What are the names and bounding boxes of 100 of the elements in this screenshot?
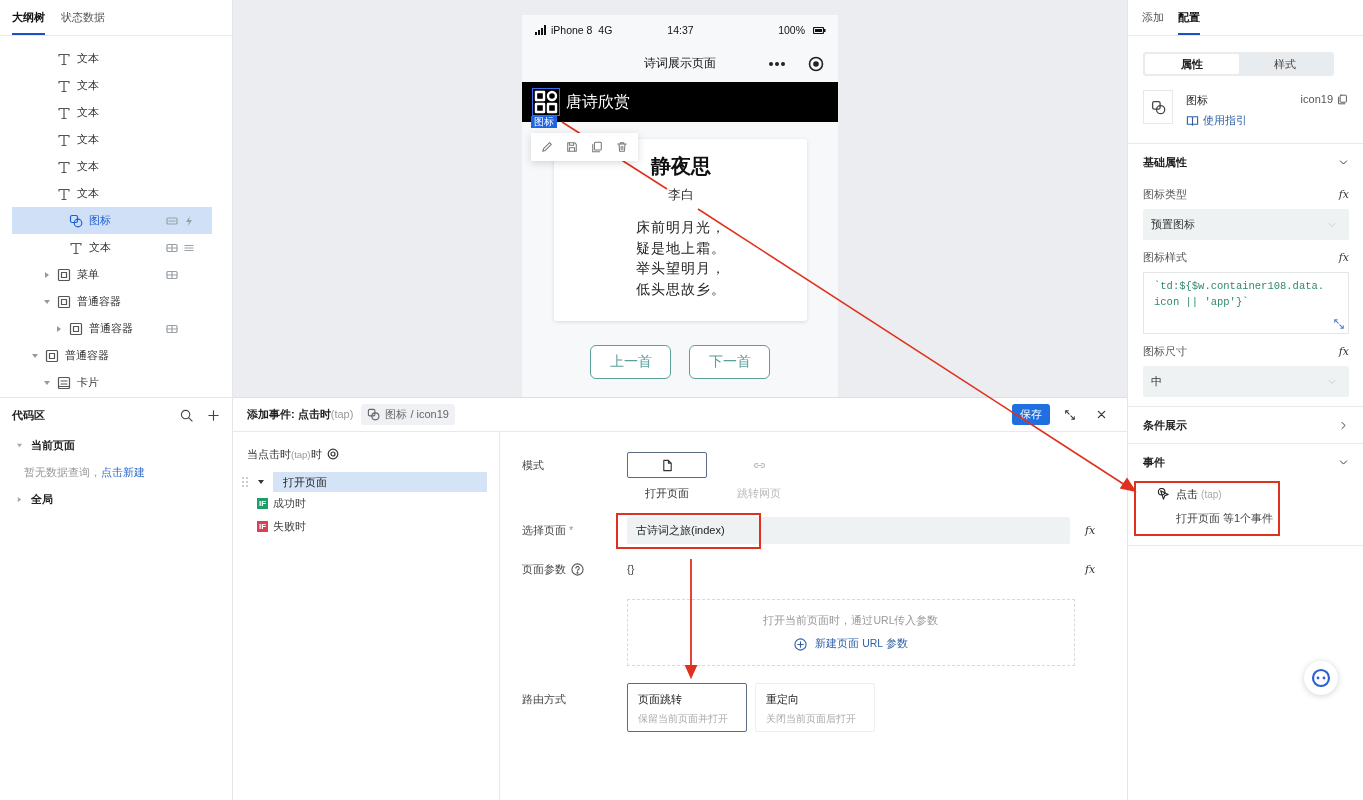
formula-button[interactable]: fx xyxy=(1085,562,1127,576)
add-icon xyxy=(794,637,808,651)
chevron-icon[interactable] xyxy=(1338,419,1349,431)
add-param-link[interactable]: 新建页面 URL 参数 xyxy=(794,637,908,651)
panel-title: 代码区 xyxy=(12,407,46,423)
expand-icon[interactable] xyxy=(1064,408,1076,421)
action-item[interactable]: 打开页面 xyxy=(273,472,487,492)
segment-tab[interactable]: 样式 xyxy=(1238,54,1332,74)
assistant-icon xyxy=(1311,668,1331,688)
tab[interactable]: 配置 xyxy=(1178,0,1200,35)
text-icon xyxy=(57,105,71,120)
tree-item[interactable]: 文本 xyxy=(12,153,212,180)
tab[interactable]: 添加 xyxy=(1142,0,1164,35)
tree-item[interactable]: 文本 xyxy=(12,99,212,126)
tree-item[interactable]: 普通容器 xyxy=(12,315,212,342)
resize-icon xyxy=(1333,318,1345,330)
help-icon xyxy=(571,562,584,576)
formula-button[interactable]: fx xyxy=(1085,524,1127,537)
field-label: 路由方式 xyxy=(522,692,567,707)
formula-button[interactable]: fx xyxy=(1338,344,1349,358)
condition-tag: IF xyxy=(257,498,269,509)
drag-handle-icon[interactable] xyxy=(241,476,249,488)
mode-option[interactable] xyxy=(627,452,707,478)
hint-text: 打开当前页面时，通过URL传入参数 xyxy=(763,614,939,628)
tab[interactable]: 状态数据 xyxy=(61,0,105,35)
guide-link[interactable]: 使用指引 xyxy=(1186,113,1288,128)
tree-item[interactable]: 文本 xyxy=(12,180,212,207)
poem-line: 疑是地上霜。 xyxy=(635,240,726,256)
selection-tag: 图标 xyxy=(531,116,557,128)
record-icon[interactable] xyxy=(808,55,824,72)
tree-item[interactable]: 普通容器 xyxy=(12,288,212,315)
save-icon[interactable] xyxy=(566,141,578,153)
battery-icon xyxy=(813,26,826,34)
delete-icon[interactable] xyxy=(616,141,628,153)
component-id: icon19 xyxy=(1300,93,1333,105)
tree-item[interactable]: 文本 xyxy=(12,72,212,99)
book-icon xyxy=(1186,114,1199,127)
page-title: 诗词展示页面 xyxy=(644,55,716,72)
container-icon xyxy=(69,321,83,336)
carrier-label: iPhone 8 4G xyxy=(551,24,613,36)
target-chip: 图标 / icon19 xyxy=(361,404,455,425)
condition-tag: IF xyxy=(257,521,269,532)
poem-line: 低头思故乡。 xyxy=(635,281,726,297)
tab[interactable]: 大纲树 xyxy=(12,0,45,35)
section-title: 条件展示 xyxy=(1143,417,1187,433)
event-summary: 打开页面 等1个事件 xyxy=(1175,511,1275,526)
text-icon xyxy=(57,78,71,93)
route-option[interactable]: 页面跳转 保留当前页面并打开 xyxy=(627,683,747,732)
component-icon xyxy=(367,408,381,421)
code-field[interactable]: `td:${$w.container108.data.icon || 'app'}` xyxy=(1143,272,1349,334)
time-label: 14:37 xyxy=(667,24,694,36)
edit-icon[interactable] xyxy=(541,141,553,153)
option-label: 跳转网页 xyxy=(737,487,781,501)
branch-label: 成功时 xyxy=(273,496,307,511)
field-label: 选择页面 * xyxy=(522,523,575,538)
tree-item[interactable]: 普通容器 xyxy=(12,342,212,369)
tree-item[interactable]: 当前页面 xyxy=(0,432,232,459)
text-icon xyxy=(57,132,71,147)
option-label: 打开页面 xyxy=(645,487,689,501)
save-button[interactable]: 保存 xyxy=(1012,404,1050,425)
field-label: 图标类型 xyxy=(1143,186,1187,202)
close-icon[interactable] xyxy=(1096,409,1107,420)
formula-button[interactable]: fx xyxy=(1338,250,1349,264)
poem-line: 床前明月光， xyxy=(635,220,726,235)
tree-item[interactable]: 菜单 xyxy=(12,261,212,288)
text-icon xyxy=(57,51,71,66)
tree-item[interactable]: 文本 xyxy=(12,45,212,72)
formula-button[interactable]: fx xyxy=(1338,187,1349,201)
select-field[interactable]: 预置图标 xyxy=(1143,209,1349,240)
copy-icon[interactable] xyxy=(591,141,603,153)
field-label: 页面参数 xyxy=(522,561,566,577)
search-icon[interactable] xyxy=(180,408,193,422)
page-select[interactable]: 古诗词之旅(index) xyxy=(627,517,1070,544)
empty-message: 暂无数据查询，点击新建 xyxy=(24,465,145,480)
signal-icon xyxy=(535,25,546,35)
branch-label: 失败时 xyxy=(273,519,307,534)
section-title: 基础属性 xyxy=(1143,154,1187,170)
copy-icon[interactable] xyxy=(1337,93,1348,105)
pointer-icon xyxy=(1157,488,1170,501)
poem-title: 静夜思 xyxy=(649,154,712,179)
tree-item[interactable]: 图标 xyxy=(12,207,212,234)
select-field[interactable]: 中 xyxy=(1143,366,1349,397)
create-link[interactable]: 点击新建 xyxy=(101,465,145,478)
text-icon xyxy=(69,240,83,255)
tree-item[interactable]: 文本 xyxy=(12,234,212,261)
battery-label: 100% xyxy=(778,24,805,36)
event-name: 点击 (tap) xyxy=(1176,487,1222,502)
section-title: 事件 xyxy=(1143,454,1165,470)
header-title: 唐诗欣赏 xyxy=(566,91,630,112)
assistant-button[interactable] xyxy=(1304,661,1338,695)
tree-item[interactable]: 文本 xyxy=(12,126,212,153)
add-icon[interactable] xyxy=(207,408,220,422)
tree-item[interactable]: 全局 xyxy=(0,486,232,513)
tree-item[interactable]: 卡片 xyxy=(12,369,212,396)
poem-author: 李白 xyxy=(666,187,695,203)
container-icon xyxy=(45,348,59,363)
route-option[interactable]: 重定向 关闭当前页面后打开 xyxy=(755,683,875,732)
text-icon xyxy=(57,186,71,201)
segment-tab[interactable]: 属性 xyxy=(1145,54,1239,74)
text-icon xyxy=(57,159,71,174)
